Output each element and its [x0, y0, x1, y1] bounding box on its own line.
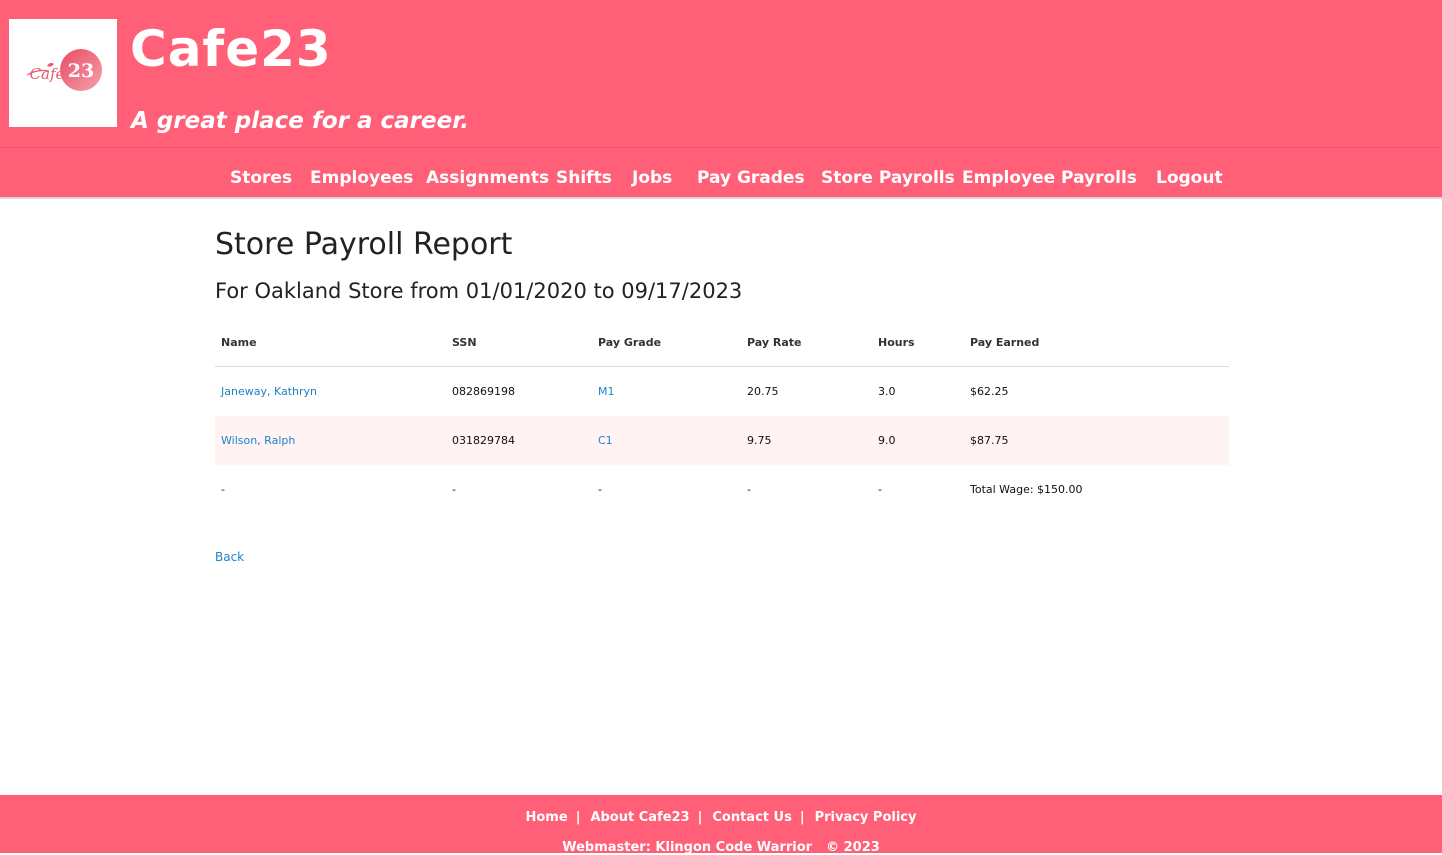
ssn-cell: 031829784 — [446, 416, 592, 465]
footer-separator: | — [575, 810, 581, 825]
footer-separator: | — [697, 810, 703, 825]
nav-item-employees[interactable]: Employees — [310, 170, 413, 187]
employee-name-cell: Wilson, Ralph — [215, 416, 446, 465]
pay-grade-cell: C1 — [592, 416, 741, 465]
site-logo[interactable]: 23 Cafe — [9, 19, 117, 127]
pay-grade-link[interactable]: C1 — [598, 434, 613, 447]
total-ssn-cell: - — [452, 483, 456, 496]
total-name-cell: - — [221, 483, 225, 496]
footer-link-contact[interactable]: Contact Us — [712, 810, 791, 825]
back-link[interactable]: Back — [215, 550, 244, 564]
pay-earned-cell: $62.25 — [970, 385, 1009, 398]
svg-text:Cafe: Cafe — [30, 65, 65, 83]
footer-link-home[interactable]: Home — [526, 810, 568, 825]
pay-earned-cell: $87.75 — [964, 416, 1229, 465]
site-title: Cafe23 — [130, 20, 332, 78]
column-header-pay-rate: Pay Rate — [741, 318, 872, 367]
employee-name-link[interactable]: Janeway, Kathryn — [221, 385, 317, 398]
table-row: Wilson, Ralph 031829784 C1 9.75 9.0 $87.… — [215, 416, 1229, 465]
column-header-name: Name — [215, 318, 446, 367]
table-total-row: - - - - - Total Wage: $150.00 — [215, 465, 1229, 514]
site-header: 23 Cafe Cafe23 A great place for a caree… — [0, 0, 1442, 147]
hours-cell: 9.0 — [872, 416, 964, 465]
logout-link[interactable]: Logout — [1156, 170, 1223, 187]
footer-link-privacy[interactable]: Privacy Policy — [815, 810, 917, 825]
nav-item-assignments[interactable]: Assignments — [426, 170, 549, 187]
column-header-ssn: SSN — [446, 318, 592, 367]
column-header-pay-earned: Pay Earned — [964, 318, 1229, 367]
logo-graphic: 23 Cafe — [26, 49, 102, 91]
total-pay-rate-cell: - — [747, 483, 751, 496]
nav-item-pay-grades[interactable]: Pay Grades — [697, 170, 805, 187]
payroll-table: Name SSN Pay Grade Pay Rate Hours Pay Ea… — [215, 318, 1229, 514]
nav-item-jobs[interactable]: Jobs — [632, 170, 672, 187]
nav-item-stores[interactable]: Stores — [230, 170, 292, 187]
footer-links: Home | About Cafe23 | Contact Us | Privacy Pol… — [0, 811, 1442, 824]
nav-item-shifts[interactable]: Shifts — [556, 170, 612, 187]
footer-credit: Webmaster: Klingon Code Warrior © 2023 — [0, 841, 1442, 854]
hours-cell: 3.0 — [878, 385, 896, 398]
column-header-hours: Hours — [872, 318, 964, 367]
pay-rate-cell: 9.75 — [741, 416, 872, 465]
table-row: Janeway, Kathryn 082869198 M1 20.75 3.0 … — [215, 367, 1229, 417]
total-pay-grade-cell: - — [598, 483, 602, 496]
total-hours-cell: - — [878, 483, 882, 496]
total-wage-cell: Total Wage: $150.00 — [970, 483, 1083, 496]
employee-name-cell: Janeway, Kathryn — [215, 367, 446, 417]
site-tagline: A great place for a career. — [131, 108, 470, 134]
table-header-row: Name SSN Pay Grade Pay Rate Hours Pay Ea… — [215, 318, 1229, 367]
nav-item-employee-payrolls[interactable]: Employee Payrolls — [962, 170, 1137, 187]
ssn-cell: 082869198 — [452, 385, 515, 398]
column-header-pay-grade: Pay Grade — [592, 318, 741, 367]
page-title: Store Payroll Report — [215, 227, 513, 262]
main-nav: Stores Employees Assignments Shifts Jobs… — [0, 147, 1442, 199]
page-subtitle: For Oakland Store from 01/01/2020 to 09/… — [215, 279, 743, 303]
footer-link-about[interactable]: About Cafe23 — [590, 810, 689, 825]
pay-grade-cell: M1 — [592, 367, 741, 417]
pay-rate-cell: 20.75 — [747, 385, 779, 398]
svg-text:23: 23 — [68, 60, 94, 82]
site-footer: Home | About Cafe23 | Contact Us | Privacy Pol… — [0, 795, 1442, 854]
nav-item-store-payrolls[interactable]: Store Payrolls — [821, 170, 955, 187]
pay-grade-link[interactable]: M1 — [598, 385, 615, 398]
footer-separator: | — [799, 810, 805, 825]
employee-name-link[interactable]: Wilson, Ralph — [221, 434, 295, 447]
